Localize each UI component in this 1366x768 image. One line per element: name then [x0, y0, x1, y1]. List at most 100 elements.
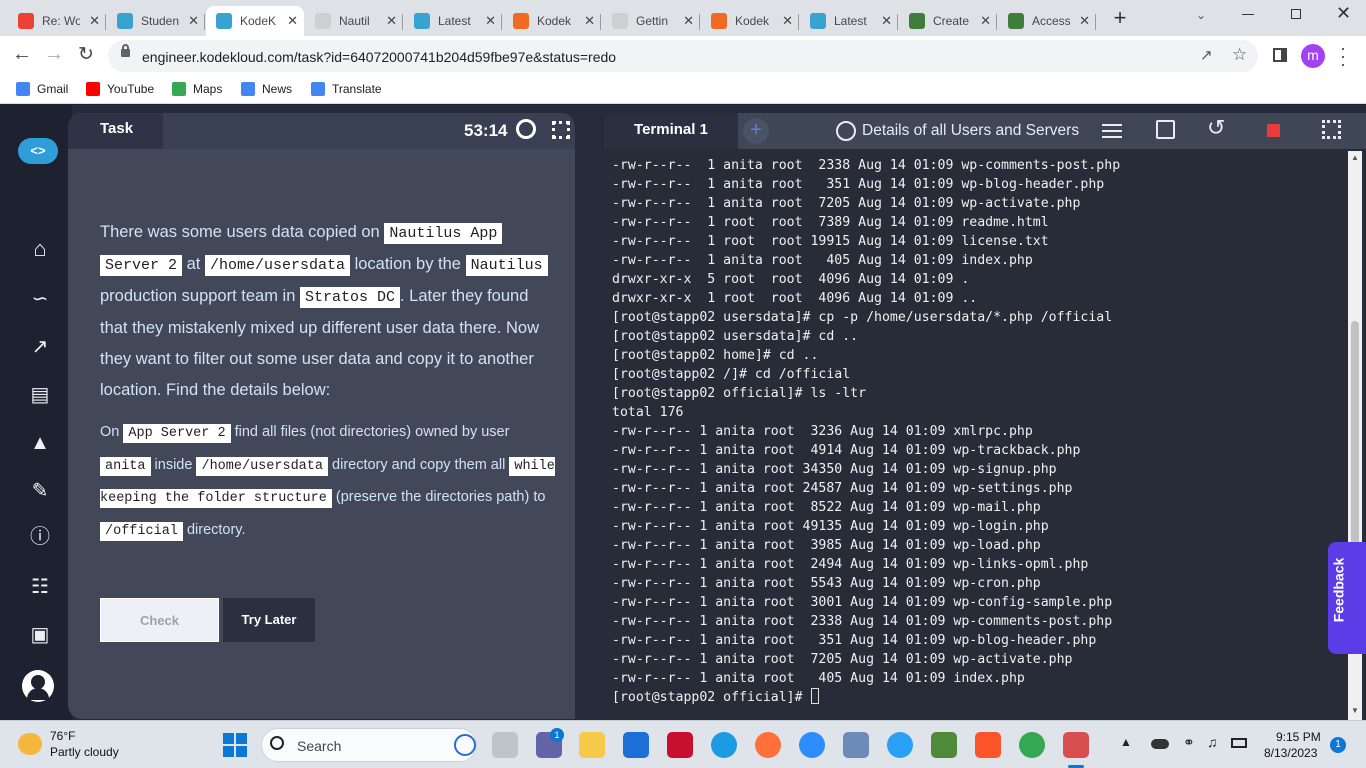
browser-tab[interactable]: Studen ✕: [107, 6, 205, 36]
bookmark-translate[interactable]: Translate: [311, 82, 382, 96]
task-tab[interactable]: Task: [68, 113, 163, 149]
taskbar-search[interactable]: Search: [261, 728, 477, 762]
share-icon[interactable]: ↗: [1200, 46, 1213, 64]
user-avatar[interactable]: [22, 670, 54, 702]
browser-tab[interactable]: Re: Wo ✕: [8, 6, 106, 36]
side-panel-icon[interactable]: [1273, 48, 1287, 62]
zoom-icon[interactable]: [799, 732, 825, 758]
clock-time[interactable]: 9:15 PM: [1276, 730, 1321, 744]
profile-avatar[interactable]: m: [1301, 44, 1325, 68]
browser-tab[interactable]: Nautil ✕: [305, 6, 403, 36]
restore-icon[interactable]: [1291, 9, 1301, 19]
snipping-tool-icon[interactable]: [1063, 732, 1089, 758]
reload-icon[interactable]: ↻: [78, 43, 94, 66]
menu-icon[interactable]: [1102, 124, 1122, 138]
terminal-tab[interactable]: Terminal 1: [604, 113, 738, 149]
close-window-icon[interactable]: ✕: [1336, 3, 1351, 24]
browser-tab[interactable]: KodeK ✕: [206, 6, 304, 36]
info-icon[interactable]: ⓘ: [26, 523, 54, 551]
tab-search-icon[interactable]: ⌄: [1196, 8, 1206, 22]
url-text[interactable]: engineer.kodekloud.com/task?id=640720007…: [142, 49, 616, 65]
clock-date[interactable]: 8/13/2023: [1264, 746, 1317, 760]
brave-icon[interactable]: [975, 732, 1001, 758]
tab-close-icon[interactable]: ✕: [683, 13, 694, 29]
bookmark-maps[interactable]: Maps: [172, 82, 222, 96]
notes-icon[interactable]: ✎: [26, 477, 54, 505]
open-external-icon[interactable]: [1156, 120, 1175, 139]
scroll-down-icon[interactable]: ▼: [1351, 706, 1359, 715]
browser-tab[interactable]: Create ✕: [899, 6, 997, 36]
tray-overflow-icon[interactable]: ▲: [1120, 735, 1132, 749]
chat-icon[interactable]: ▣: [26, 621, 54, 649]
add-terminal-button[interactable]: +: [743, 118, 769, 144]
weather-desc[interactable]: Partly cloudy: [50, 745, 119, 759]
alarm-clock-icon[interactable]: [516, 119, 536, 139]
bookmark-star-icon[interactable]: ☆: [1232, 45, 1247, 65]
wifi-icon[interactable]: ⚭: [1183, 734, 1195, 751]
mcafee-icon[interactable]: [667, 732, 693, 758]
browser-tab[interactable]: Latest ✕: [800, 6, 898, 36]
check-button[interactable]: Check: [100, 598, 219, 642]
browser-tab[interactable]: Latest ✕: [404, 6, 502, 36]
leaderboard-icon[interactable]: ▲: [26, 429, 54, 457]
tab-close-icon[interactable]: ✕: [1079, 13, 1090, 29]
firefox-icon[interactable]: [755, 732, 781, 758]
bing-icon[interactable]: [454, 734, 476, 756]
tab-close-icon[interactable]: ✕: [188, 13, 199, 29]
tab-close-icon[interactable]: ✕: [386, 13, 397, 29]
expand-icon[interactable]: [552, 121, 570, 139]
onedrive-icon[interactable]: [1151, 739, 1169, 749]
browser-tab[interactable]: Kodek ✕: [503, 6, 601, 36]
bookmark-gmail[interactable]: Gmail: [16, 82, 68, 96]
new-tab-button[interactable]: +: [1110, 5, 1130, 31]
address-bar[interactable]: engineer.kodekloud.com/task?id=640720007…: [108, 40, 1258, 72]
path-icon[interactable]: ∽: [26, 285, 54, 313]
feedback-button[interactable]: Feedback: [1328, 542, 1366, 654]
minimize-icon[interactable]: [1242, 14, 1254, 15]
home-icon[interactable]: ⌂: [26, 235, 54, 263]
battery-icon[interactable]: [1231, 738, 1247, 748]
tab-close-icon[interactable]: ✕: [89, 13, 100, 29]
browser-menu-icon[interactable]: · · ·: [1340, 39, 1346, 73]
network-tool-icon[interactable]: [843, 732, 869, 758]
tab-close-icon[interactable]: ✕: [287, 13, 298, 29]
weather-temp[interactable]: 76°F: [50, 729, 75, 743]
progress-chart-icon[interactable]: ↗: [26, 333, 54, 361]
bookmark-news[interactable]: News: [241, 82, 292, 96]
chrome-icon[interactable]: [1019, 732, 1045, 758]
browser-tab[interactable]: Gettin ✕: [602, 6, 700, 36]
terminal-prompt-line[interactable]: [root@stapp02 official]#: [612, 688, 1347, 707]
kodekloud-logo-icon[interactable]: <>: [18, 138, 58, 164]
browser-tab[interactable]: Access ✕: [998, 6, 1096, 36]
bookmark-youtube[interactable]: YouTube: [86, 82, 154, 96]
scroll-up-icon[interactable]: ▲: [1351, 153, 1359, 162]
forward-icon[interactable]: →: [44, 43, 64, 66]
notification-badge[interactable]: 1: [1330, 737, 1346, 753]
users-servers-details-link[interactable]: Details of all Users and Servers: [862, 122, 1079, 140]
back-icon[interactable]: ←: [12, 43, 32, 66]
windows-start-icon[interactable]: [223, 733, 247, 757]
help-icon[interactable]: [887, 732, 913, 758]
volume-icon[interactable]: ♫: [1207, 734, 1218, 750]
tab-close-icon[interactable]: ✕: [782, 13, 793, 29]
terminal-output[interactable]: -rw-r--r-- 1 anita root 2338 Aug 14 01:0…: [612, 156, 1347, 716]
git-icon[interactable]: [931, 732, 957, 758]
tab-close-icon[interactable]: ✕: [881, 13, 892, 29]
scrollbar-thumb[interactable]: [1351, 320, 1359, 577]
stop-icon[interactable]: [1267, 124, 1280, 137]
weather-icon[interactable]: [18, 733, 42, 755]
edge-icon[interactable]: [711, 732, 737, 758]
browser-tab[interactable]: Kodek ✕: [701, 6, 799, 36]
terminal-line: drwxr-xr-x 1 root root 4096 Aug 14 01:09…: [612, 291, 978, 306]
video-icon[interactable]: ▤: [26, 381, 54, 409]
task-view-icon[interactable]: [492, 732, 518, 758]
mcafee-webadvisor-icon[interactable]: [623, 732, 649, 758]
fullscreen-icon[interactable]: [1322, 120, 1341, 139]
tab-close-icon[interactable]: ✕: [980, 13, 991, 29]
try-later-button[interactable]: Try Later: [223, 598, 315, 642]
file-explorer-icon[interactable]: [579, 732, 605, 758]
tab-close-icon[interactable]: ✕: [485, 13, 496, 29]
book-icon[interactable]: ☷: [26, 573, 54, 601]
tab-close-icon[interactable]: ✕: [584, 13, 595, 29]
reset-icon[interactable]: ↺: [1207, 115, 1225, 141]
